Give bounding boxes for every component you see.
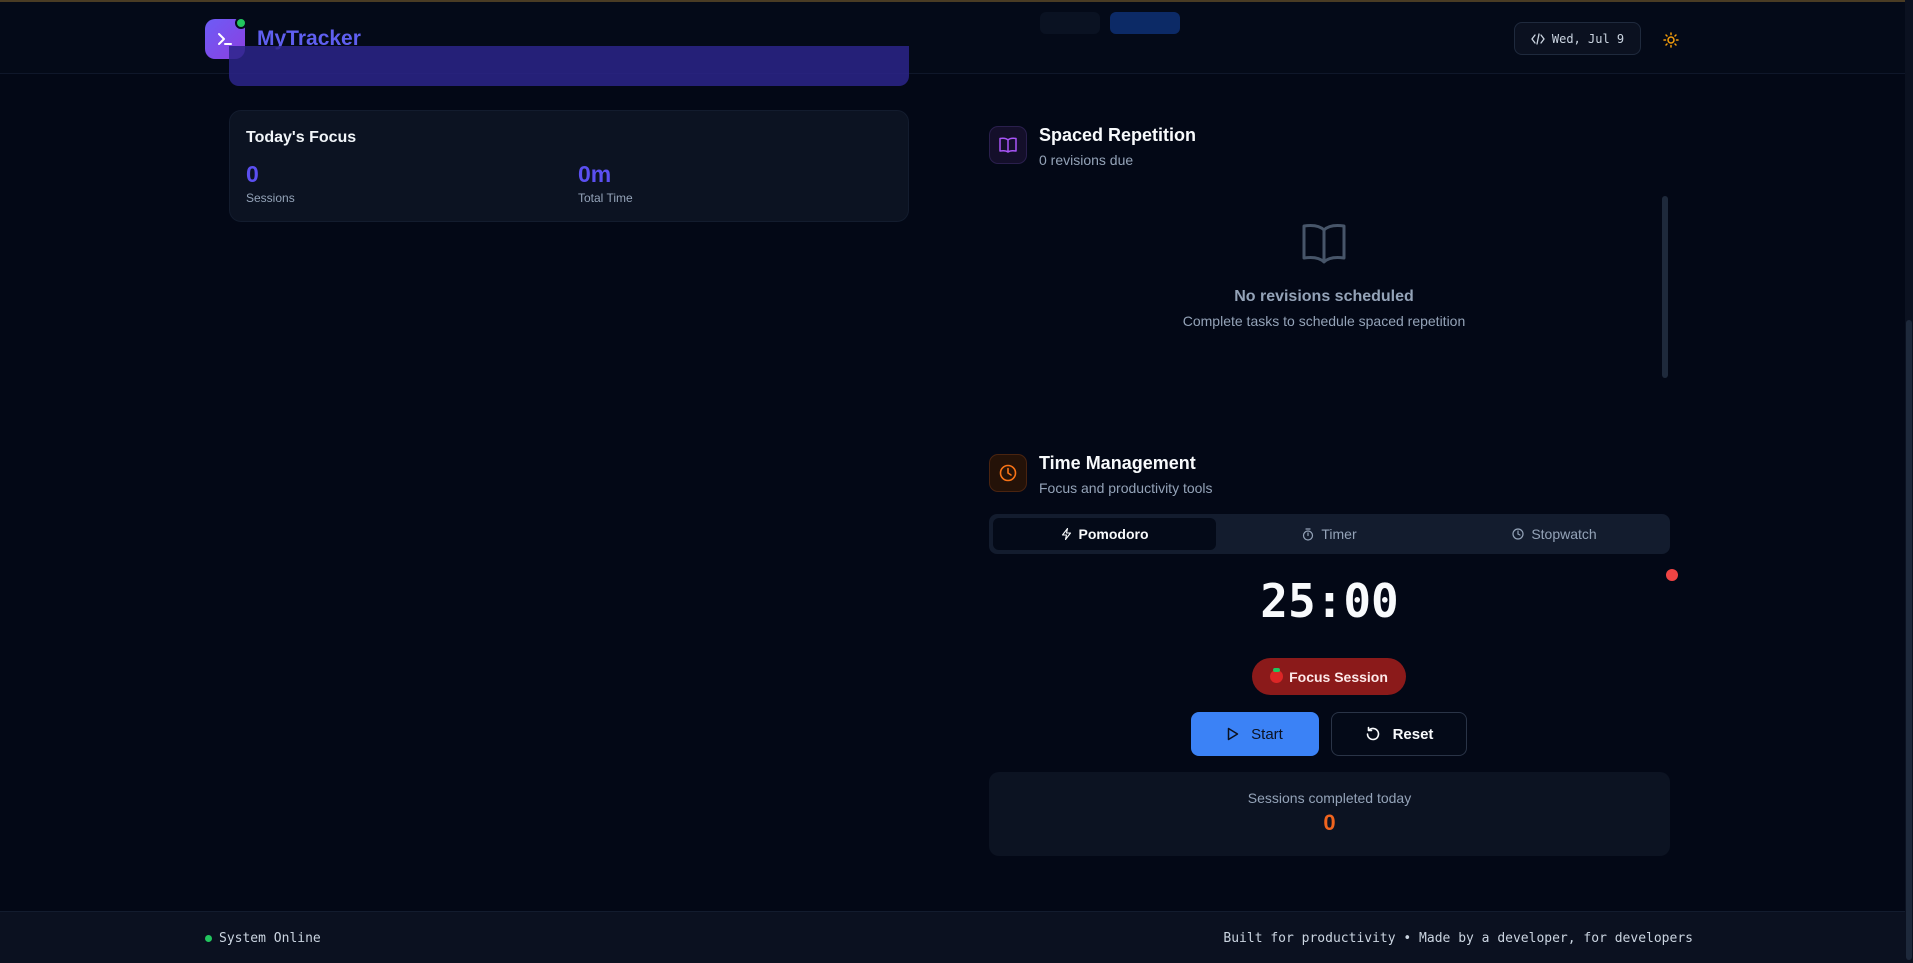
book-icon: [989, 126, 1027, 164]
tab-stopwatch-label: Stopwatch: [1531, 526, 1597, 542]
status-text: System Online: [219, 931, 321, 946]
session-type-label: Focus Session: [1289, 668, 1388, 685]
open-book-icon: [1302, 224, 1346, 264]
timer-display: 25:00: [1260, 574, 1399, 628]
revisions-due: 0 revisions due: [1039, 152, 1134, 168]
footer-tagline: Built for productivity • Made by a devel…: [1223, 931, 1693, 946]
tab-pomodoro[interactable]: Pomodoro: [993, 518, 1216, 550]
sessions-count: 0: [246, 161, 259, 187]
focus-session-badge: Focus Session: [1252, 658, 1406, 695]
date-text: Wed, Jul 9: [1551, 31, 1625, 46]
system-status: System Online: [205, 931, 321, 946]
zap-icon: [1061, 528, 1071, 540]
todays-focus-card: Today's Focus 0 Sessions 0m Total Time: [229, 110, 909, 222]
code-icon: [1531, 32, 1545, 45]
sessions-label: Sessions: [246, 191, 295, 205]
sessions-completed-card: Sessions completed today 0: [989, 772, 1670, 856]
date-chip: Wed, Jul 9: [1514, 22, 1641, 55]
clock-icon: [1512, 528, 1524, 540]
reset-label: Reset: [1392, 725, 1434, 743]
timer-icon: [1303, 527, 1314, 541]
page-scrollbar-thumb[interactable]: [1906, 320, 1912, 960]
total-time-value: 0m: [578, 161, 612, 187]
tomato-icon: [1270, 668, 1284, 683]
timer-mode-tabs: Pomodoro Timer Stopwatch: [989, 514, 1670, 554]
start-button[interactable]: Start: [1191, 712, 1319, 756]
clock-icon: [989, 454, 1027, 492]
app-footer: System Online Built for productivity • M…: [0, 911, 1913, 963]
start-label: Start: [1251, 725, 1283, 743]
focus-title: Today's Focus: [246, 129, 357, 146]
reset-button[interactable]: Reset: [1331, 712, 1467, 756]
online-indicator: [235, 17, 247, 29]
play-icon: [1227, 727, 1239, 741]
sessions-completed-label: Sessions completed today: [1247, 790, 1412, 806]
time-management-title: Time Management: [1039, 453, 1196, 473]
spaced-repetition-title: Spaced Repetition: [1039, 125, 1197, 145]
rotate-ccw-icon: [1366, 726, 1379, 741]
partial-banner: [229, 46, 909, 86]
theme-toggle-sun-icon[interactable]: [1660, 29, 1682, 51]
empty-title: No revisions scheduled: [1234, 288, 1414, 305]
tab-pomodoro-label: Pomodoro: [1078, 526, 1149, 542]
status-dot-icon: [205, 935, 212, 942]
total-time-label: Total Time: [578, 191, 633, 205]
tab-timer[interactable]: Timer: [1218, 518, 1441, 550]
revisions-scrollbar[interactable]: [1662, 196, 1668, 378]
tab-timer-label: Timer: [1321, 526, 1357, 542]
tab-stopwatch[interactable]: Stopwatch: [1443, 518, 1666, 550]
empty-subtitle: Complete tasks to schedule spaced repeti…: [1182, 313, 1466, 329]
sessions-completed-value: 0: [1323, 810, 1336, 835]
time-management-subtitle: Focus and productivity tools: [1039, 480, 1213, 496]
